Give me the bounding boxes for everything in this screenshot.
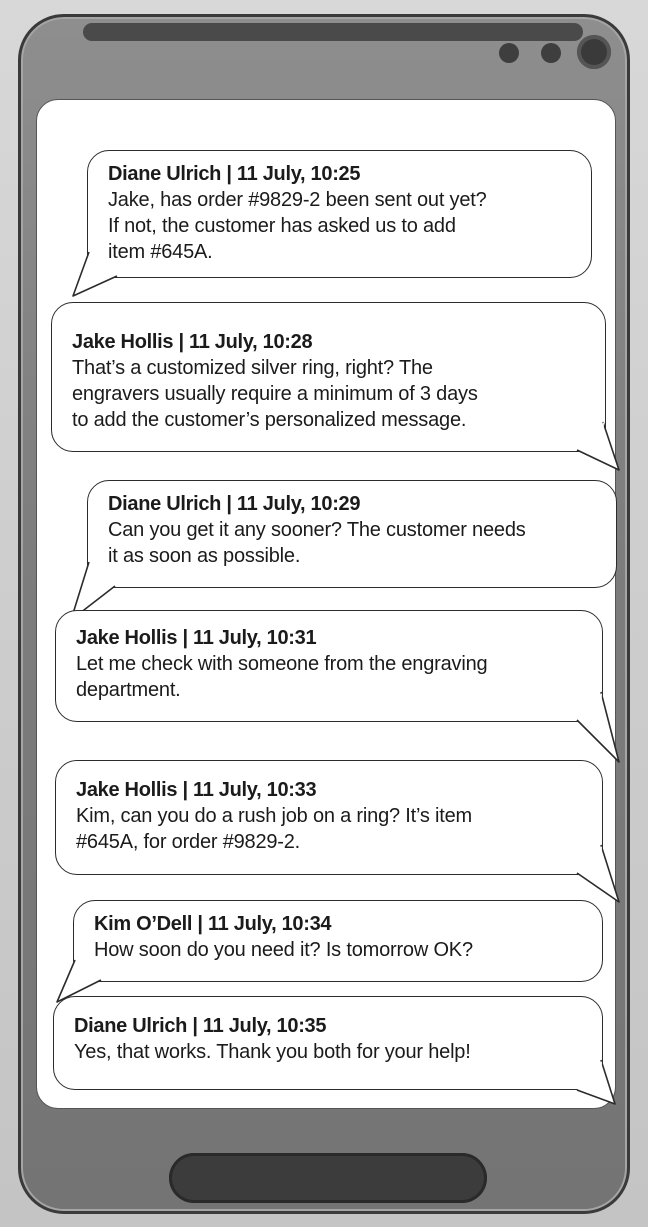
speaker-grille — [83, 23, 583, 41]
home-button[interactable] — [169, 1153, 487, 1203]
camera-icon — [577, 35, 611, 69]
sensor-dot-icon — [541, 43, 561, 63]
bubble-tail-icon — [576, 1059, 616, 1105]
sensor-dot-icon — [499, 43, 519, 63]
phone-frame: Diane Ulrich | 11 July, 10:25 Jake, has … — [18, 14, 630, 1214]
chat-screen: Diane Ulrich | 11 July, 10:25 Jake, has … — [36, 99, 620, 1109]
page: Diane Ulrich | 11 July, 10:25 Jake, has … — [0, 0, 648, 1227]
